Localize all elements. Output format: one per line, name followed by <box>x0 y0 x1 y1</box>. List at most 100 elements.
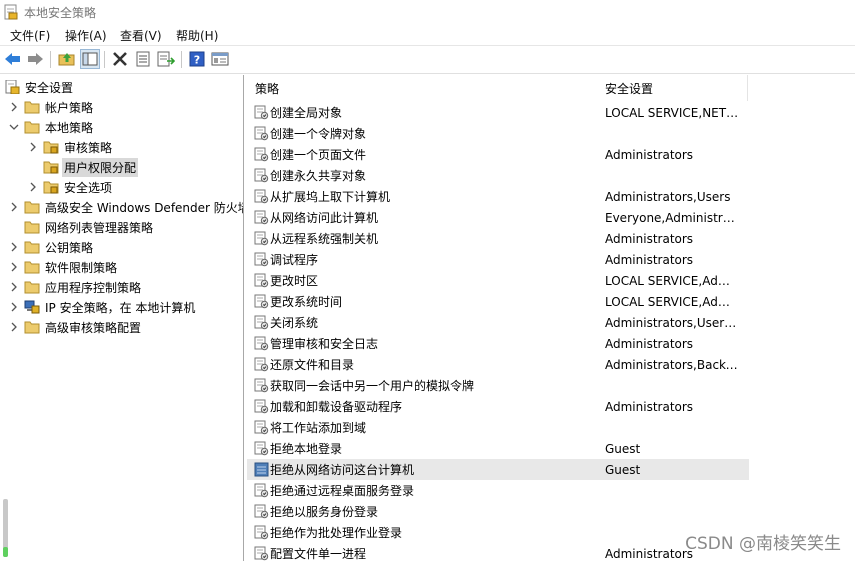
table-row[interactable]: 配置文件单一进程 Administrators <box>247 543 749 561</box>
tree-scrollbar[interactable] <box>3 499 8 557</box>
policy-icon <box>254 252 269 267</box>
table-row[interactable]: 将工作站添加到域 <box>247 417 749 438</box>
table-row[interactable]: 拒绝以服务身份登录 <box>247 501 749 522</box>
table-row[interactable]: 更改时区 LOCAL SERVICE,Administrators,Users <box>247 270 749 291</box>
tree-item-firewall[interactable]: 高级安全 Windows Defender 防火墙 <box>8 197 244 217</box>
tree-item-label: 高级安全 Windows Defender 防火墙 <box>45 200 244 215</box>
svg-text:?: ? <box>194 54 200 67</box>
delete-icon[interactable] <box>110 49 130 69</box>
policy-setting: Administrators <box>605 252 694 267</box>
table-row[interactable]: 创建全局对象 LOCAL SERVICE,NETWORK SERVICE,Admi… <box>247 102 749 123</box>
chevron-right-icon[interactable] <box>8 241 20 253</box>
folder-icon <box>24 260 40 274</box>
menu-help[interactable]: 帮助(H) <box>174 26 220 45</box>
table-row[interactable]: 创建一个页面文件 Administrators <box>247 144 749 165</box>
policy-name: 关闭系统 <box>270 316 319 330</box>
policy-setting: Administrators <box>605 231 694 246</box>
chevron-right-icon[interactable] <box>27 181 39 193</box>
tree-item-ip-security[interactable]: IP 安全策略，在 本地计算机 <box>8 297 197 317</box>
folder-icon <box>24 320 40 334</box>
policy-setting: Everyone,Administrators,Users,Backup Ope… <box>605 210 741 225</box>
tree-item-label: 应用程序控制策略 <box>45 280 142 295</box>
view-toggle-icon[interactable] <box>210 49 230 69</box>
folder-icon <box>24 200 40 214</box>
chevron-right-icon[interactable] <box>8 101 20 113</box>
menu-view[interactable]: 查看(V) <box>118 26 164 45</box>
table-row[interactable]: 获取同一会话中另一个用户的模拟令牌 <box>247 375 749 396</box>
table-row[interactable]: 加载和卸载设备驱动程序 Administrators <box>247 396 749 417</box>
back-icon[interactable] <box>3 49 23 69</box>
table-row[interactable]: 创建永久共享对象 <box>247 165 749 186</box>
folder-icon <box>24 100 40 114</box>
tree-item-label: 公钥策略 <box>45 240 94 255</box>
tree-item-advanced-audit[interactable]: 高级审核策略配置 <box>8 317 143 337</box>
table-row[interactable]: 拒绝本地登录 Guest <box>247 438 749 459</box>
table-row[interactable]: 创建一个令牌对象 <box>247 123 749 144</box>
table-row[interactable]: 从网络访问此计算机 Everyone,Administrators,Users,B… <box>247 207 749 228</box>
tree-item-network-list-manager[interactable]: 网络列表管理器策略 <box>8 217 155 237</box>
policy-icon <box>254 231 269 246</box>
policy-name: 调试程序 <box>270 253 319 267</box>
table-row[interactable]: 还原文件和目录 Administrators,Backup Operators <box>247 354 749 375</box>
chevron-right-icon[interactable] <box>8 321 20 333</box>
policy-icon <box>254 294 269 309</box>
table-row[interactable]: 拒绝作为批处理作业登录 <box>247 522 749 543</box>
tree-item-account-policy[interactable]: 帐户策略 <box>8 97 95 117</box>
policy-setting: Administrators <box>605 147 694 162</box>
table-row[interactable]: 关闭系统 Administrators,Users,Backup Operator… <box>247 312 749 333</box>
tree-item-app-control[interactable]: 应用程序控制策略 <box>8 277 143 297</box>
tree-item-user-rights-assignment[interactable]: 用户权限分配 <box>27 157 139 177</box>
up-folder-icon[interactable] <box>57 49 77 69</box>
menu-file[interactable]: 文件(F) <box>8 26 52 45</box>
policy-list-pane: 策略 安全设置 创建全局对象 LOCAL SERVICE,NETWORK SERV… <box>247 75 855 561</box>
toolbar: ? <box>0 45 855 74</box>
table-row[interactable]: 拒绝通过远程桌面服务登录 <box>247 480 749 501</box>
policy-icon <box>254 126 269 141</box>
chevron-right-icon[interactable] <box>27 141 39 153</box>
policy-name: 拒绝以服务身份登录 <box>270 505 379 519</box>
policy-name: 将工作站添加到域 <box>270 421 367 435</box>
table-row[interactable]: 更改系统时间 LOCAL SERVICE,Administrators <box>247 291 749 312</box>
tree-item-label: 安全设置 <box>25 80 74 95</box>
chevron-right-icon[interactable] <box>8 281 20 293</box>
table-row[interactable]: 拒绝从网络访问这台计算机 Guest <box>247 459 749 480</box>
chevron-right-icon[interactable] <box>8 201 20 213</box>
policy-setting: Administrators <box>605 399 694 414</box>
toolbar-separator <box>50 51 51 68</box>
table-row[interactable]: 调试程序 Administrators <box>247 249 749 270</box>
policy-icon <box>254 399 269 414</box>
policy-name: 还原文件和目录 <box>270 358 355 372</box>
tree-item-label: 高级审核策略配置 <box>45 320 142 335</box>
policy-name: 创建全局对象 <box>270 106 343 120</box>
policy-setting: Administrators,Users <box>605 189 731 204</box>
properties-icon[interactable] <box>133 49 153 69</box>
chevron-right-icon[interactable] <box>8 261 20 273</box>
column-header-security-setting[interactable]: 安全设置 <box>599 75 748 101</box>
policy-setting: LOCAL SERVICE,NETWORK SERVICE,Administra… <box>605 105 741 120</box>
toolbar-separator <box>181 51 182 68</box>
policy-name: 创建一个页面文件 <box>270 148 367 162</box>
folder-lock-icon <box>43 160 59 174</box>
menu-action[interactable]: 操作(A) <box>63 26 109 45</box>
chevron-down-icon[interactable] <box>8 121 20 133</box>
tree-item-security-options[interactable]: 安全选项 <box>27 177 114 197</box>
chevron-right-icon[interactable] <box>8 301 20 313</box>
policy-name: 拒绝通过远程桌面服务登录 <box>270 484 415 498</box>
title-bar: 本地安全策略 <box>0 0 855 24</box>
tree-item-software-restriction[interactable]: 软件限制策略 <box>8 257 119 277</box>
table-row[interactable]: 从扩展坞上取下计算机 Administrators,Users <box>247 186 749 207</box>
help-icon[interactable]: ? <box>187 49 207 69</box>
forward-icon[interactable] <box>25 49 45 69</box>
tree-item-public-key[interactable]: 公钥策略 <box>8 237 95 257</box>
export-list-icon[interactable] <box>156 49 176 69</box>
toolbar-separator <box>104 51 105 68</box>
tree-item-local-policy[interactable]: 本地策略 <box>8 117 95 137</box>
column-header-policy[interactable]: 策略 <box>247 75 606 101</box>
tree-item-security-settings[interactable]: 安全设置 <box>4 77 75 97</box>
table-row[interactable]: 管理审核和安全日志 Administrators <box>247 333 749 354</box>
policy-icon <box>254 441 269 456</box>
tree-item-audit-policy[interactable]: 审核策略 <box>27 137 114 157</box>
policy-icon <box>254 462 269 477</box>
show-hide-tree-icon[interactable] <box>80 49 100 69</box>
table-row[interactable]: 从远程系统强制关机 Administrators <box>247 228 749 249</box>
